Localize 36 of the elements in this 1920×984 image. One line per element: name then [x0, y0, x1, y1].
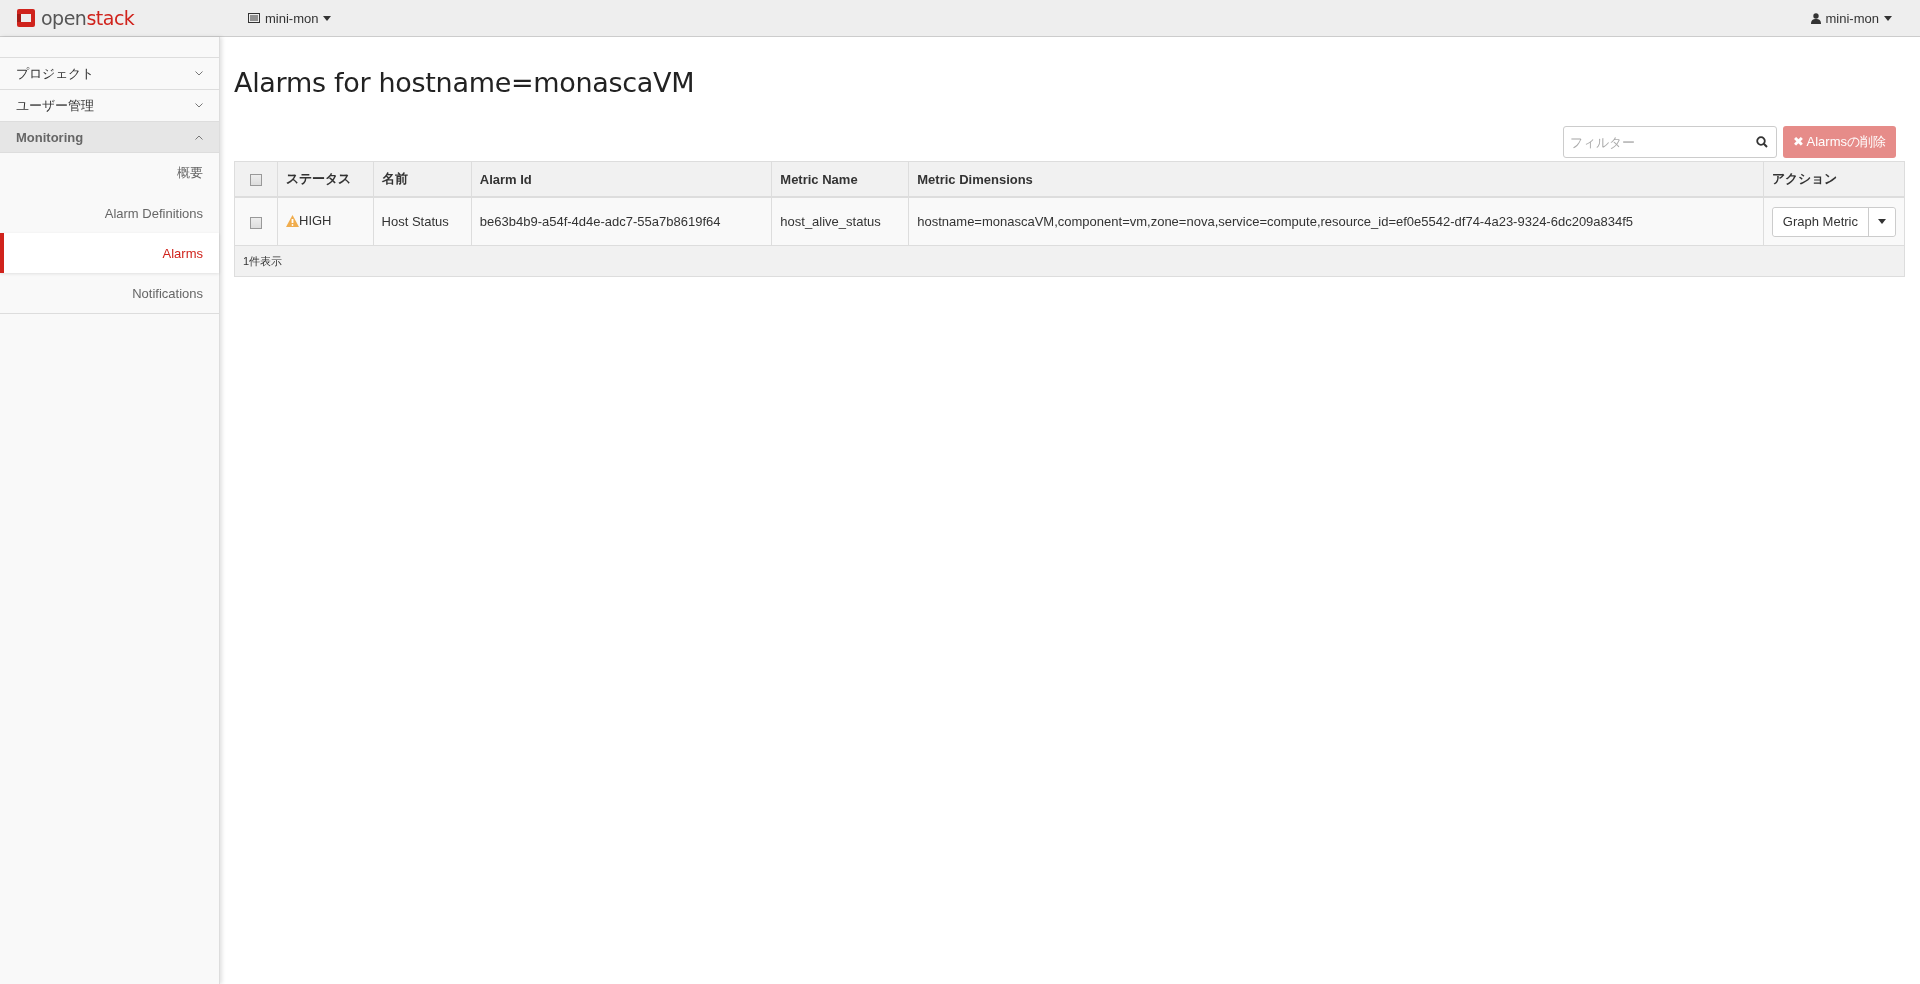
table-footer: 1件表示 [234, 245, 1905, 277]
page-title: Alarms for hostname=monascaVM [234, 67, 696, 98]
user-icon [1810, 12, 1821, 24]
sidebar-item[interactable]: 概要 [0, 153, 219, 193]
sidebar-section[interactable]: プロジェクト [0, 57, 219, 89]
chevron-down-icon [195, 71, 203, 76]
user-menu[interactable]: mini-mon [1810, 10, 1892, 26]
project-menu[interactable]: mini-mon [248, 10, 332, 26]
column-header: アクション [1763, 161, 1905, 197]
chevron-down-icon [195, 103, 203, 108]
caret-icon [1878, 219, 1886, 224]
logo-text[interactable]: openstack [41, 7, 135, 29]
search-icon [1755, 136, 1768, 148]
sidebar-section[interactable]: Monitoring [0, 121, 219, 153]
column-header: Alarm Id [471, 161, 772, 197]
table-cell: HIGH [277, 197, 374, 246]
table-cell: hostname=monascaVM,component=vm,zone=nova,service=compute,resource_id=ef0e5542-df74-4a23-9324-6dc209a834f5 [908, 197, 1764, 246]
column-header: 名前 [373, 161, 472, 197]
table-cell: be63b4b9-a54f-4d4e-adc7-55a7b8619f64 [471, 197, 772, 246]
table-cell: host_alive_status [771, 197, 909, 246]
caret-icon [323, 15, 332, 21]
table-cell: Host Status [373, 197, 472, 246]
chevron-up-icon [195, 134, 203, 140]
sidebar-item[interactable]: Notifications [0, 273, 219, 313]
select-all-checkbox[interactable] [250, 174, 262, 187]
caret-icon [1884, 15, 1892, 21]
column-header: Metric Dimensions [908, 161, 1764, 197]
filter-field[interactable]: フィルター [1562, 126, 1777, 158]
logo-icon [16, 8, 36, 28]
server-icon [248, 13, 260, 23]
sidebar-item[interactable]: Alarms [0, 233, 219, 273]
graph-metric-button[interactable]: Graph Metric [1772, 207, 1869, 236]
sidebar-item[interactable]: Alarm Definitions [0, 193, 219, 233]
column-header: ステータス [277, 161, 374, 197]
row-checkbox[interactable] [250, 216, 262, 229]
column-header: Metric Name [771, 161, 909, 197]
